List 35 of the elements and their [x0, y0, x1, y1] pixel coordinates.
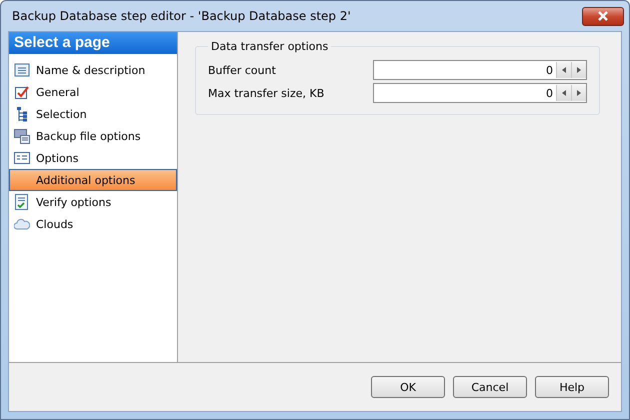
left-arrow-icon [562, 90, 566, 96]
field-label: Max transfer size, KB [208, 86, 324, 100]
sidebar-item[interactable]: Selection [9, 103, 177, 125]
close-button[interactable] [582, 6, 624, 26]
sidebar-item[interactable]: General [9, 81, 177, 103]
left-arrow-icon [562, 67, 566, 73]
checkbox-icon [14, 84, 30, 100]
list-icon [14, 62, 30, 78]
dialog-button[interactable]: Cancel [453, 376, 527, 398]
decrement-button[interactable] [556, 62, 571, 78]
cloud-icon [14, 216, 30, 232]
increment-button[interactable] [571, 85, 586, 101]
checklist-icon [14, 194, 30, 210]
sidebar-header: Select a page [9, 32, 177, 54]
close-icon [597, 11, 609, 21]
right-arrow-icon [577, 67, 581, 73]
tree-icon [14, 106, 30, 122]
sidebar-item[interactable]: Clouds [9, 213, 177, 235]
increment-button[interactable] [571, 62, 586, 78]
sidebar-item[interactable]: Name & description [9, 59, 177, 81]
sidebar-item[interactable]: Options [9, 147, 177, 169]
group-title: Data transfer options [210, 40, 330, 53]
spin-field[interactable]: 0 [373, 83, 587, 103]
sidebar-item[interactable]: Additional options [9, 169, 177, 191]
field-label: Buffer count [208, 64, 276, 76]
dialog-button[interactable]: Help [535, 376, 609, 398]
drive-icon [14, 128, 30, 144]
sidebar-item[interactable]: Verify options [9, 191, 177, 213]
dialog-button[interactable]: OK [371, 376, 445, 398]
sidebar-item[interactable]: Backup file options [9, 125, 177, 147]
decrement-button[interactable] [556, 85, 571, 101]
window-title: Backup Database step editor - 'Backup Database step 2' [11, 9, 351, 23]
spin-field[interactable]: 0 [373, 60, 587, 80]
form-icon [14, 150, 30, 166]
right-arrow-icon [577, 90, 581, 96]
